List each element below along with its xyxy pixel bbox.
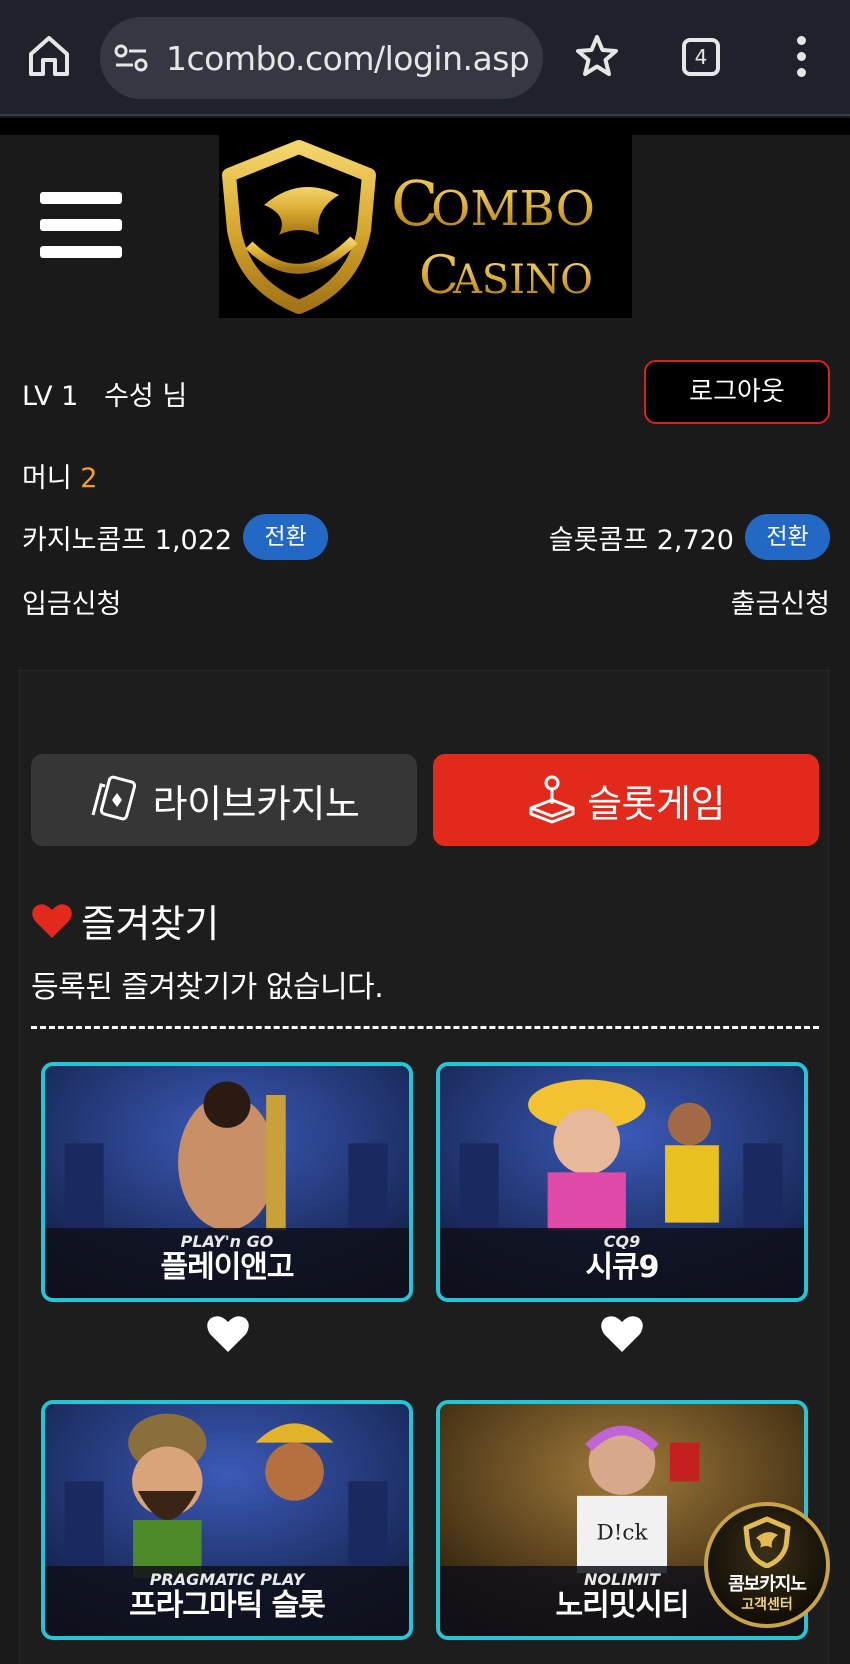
- money-label: 머니: [22, 463, 72, 494]
- casino-comp-label: 카지노콤프 1,022: [22, 524, 233, 556]
- casino-comp-row: 카지노콤프 1,022 전환: [22, 514, 329, 560]
- header-divider: [0, 118, 850, 135]
- favorites-title: 즐겨찾기: [81, 902, 219, 946]
- svg-text:D!ck: D!ck: [597, 1520, 649, 1545]
- game-card-pragmatic[interactable]: PRAGMATIC PLAY 프라그마틱 슬롯: [41, 1400, 413, 1640]
- playing-cards-icon: [91, 775, 136, 821]
- bookmark-star-icon[interactable]: [575, 34, 619, 78]
- site-settings-icon[interactable]: [114, 43, 148, 73]
- game-name: 프라그마틱 슬롯: [129, 1588, 326, 1623]
- tab-slot-game[interactable]: 슬롯게임: [433, 754, 819, 846]
- hamburger-menu-icon[interactable]: [40, 192, 122, 262]
- game-card-playngo[interactable]: PLAY'n GO 플레이앤고: [41, 1062, 413, 1302]
- site-logo[interactable]: C OMBO C ASINO: [219, 135, 632, 318]
- game-card-cq9[interactable]: CQ9 시큐9: [436, 1062, 808, 1302]
- favorite-heart-icon[interactable]: [206, 1314, 250, 1354]
- game-card-caption: CQ9 시큐9: [440, 1228, 804, 1298]
- user-name: 수성 님: [104, 381, 188, 412]
- svg-text:ASINO: ASINO: [452, 257, 593, 303]
- withdraw-request-link[interactable]: 출금신청: [731, 582, 830, 621]
- favorites-header: 즐겨찾기: [31, 893, 219, 948]
- user-level-row: LV 1 수성 님: [22, 374, 187, 413]
- heart-icon: [32, 903, 72, 938]
- slot-comp-convert-button[interactable]: 전환: [745, 514, 830, 560]
- game-brand: CQ9: [603, 1232, 641, 1251]
- game-name: 시큐9: [585, 1250, 659, 1285]
- money-row: 머니 2: [22, 456, 97, 495]
- dashed-divider: [31, 1026, 819, 1029]
- customer-service-button[interactable]: 콤보카지노 고객센터: [704, 1502, 830, 1628]
- slot-comp-row: 슬롯콤프 2,720 전환: [549, 514, 830, 560]
- slot-comp-label: 슬롯콤프 2,720: [548, 524, 734, 556]
- game-brand: PLAY'n GO: [180, 1232, 274, 1251]
- deposit-request-link[interactable]: 입금신청: [22, 582, 121, 621]
- tab-slot-game-label: 슬롯게임: [587, 781, 725, 826]
- money-value: 2: [80, 463, 98, 494]
- game-name: 플레이앤고: [160, 1250, 295, 1285]
- home-icon[interactable]: [26, 32, 72, 78]
- tab-switcher-button[interactable]: 4: [682, 38, 720, 76]
- url-text: 1combo.com/login.asp: [166, 39, 530, 78]
- combo-casino-logo-graphic: C OMBO C ASINO: [222, 140, 595, 314]
- logout-button[interactable]: 로그아웃: [644, 360, 830, 424]
- browser-toolbar: 1combo.com/login.asp 4: [0, 0, 850, 116]
- cs-badge-line1: 콤보카지노: [728, 1574, 807, 1595]
- svg-text:OMBO: OMBO: [431, 181, 595, 237]
- tab-live-casino-label: 라이브카지노: [152, 781, 360, 826]
- game-card-caption: PRAGMATIC PLAY 프라그마틱 슬롯: [45, 1566, 409, 1636]
- favorites-empty-message: 등록된 즐겨찾기가 없습니다.: [31, 970, 384, 1005]
- user-level: LV 1: [22, 381, 79, 412]
- cs-badge-line2: 고객센터: [741, 1597, 793, 1613]
- game-brand: PRAGMATIC PLAY: [149, 1570, 305, 1589]
- combo-shield-icon: [743, 1516, 791, 1568]
- casino-comp-convert-button[interactable]: 전환: [243, 514, 329, 560]
- favorite-heart-icon[interactable]: [600, 1314, 644, 1354]
- browser-menu-icon[interactable]: [794, 36, 808, 80]
- joystick-icon: [529, 775, 575, 824]
- address-bar[interactable]: 1combo.com/login.asp: [100, 17, 543, 99]
- game-card-caption: PLAY'n GO 플레이앤고: [45, 1228, 409, 1298]
- tab-live-casino[interactable]: 라이브카지노: [31, 754, 417, 846]
